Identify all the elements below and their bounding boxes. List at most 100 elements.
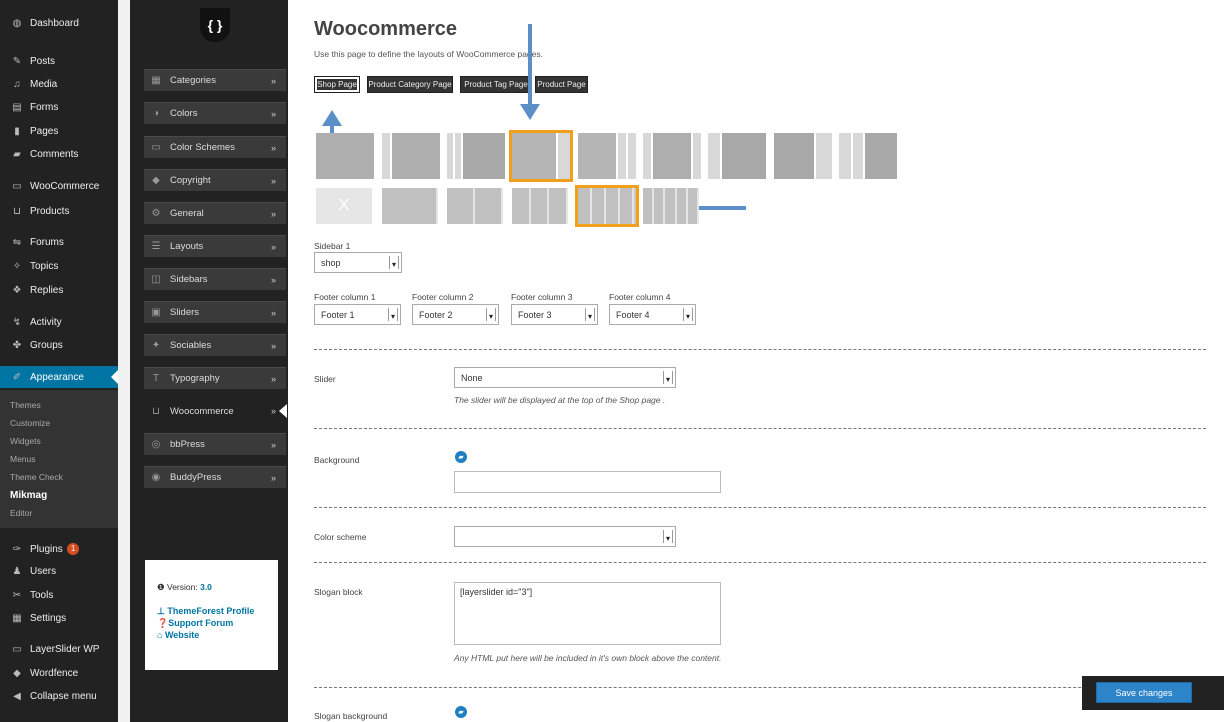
footer-column [592,188,606,224]
wp-menu-item-forums[interactable]: ⇋ Forums [0,231,118,253]
theme-panel-item-typography[interactable]: T Typography » [144,367,286,389]
slogan-block-textarea[interactable]: [layerslider id="3"] [454,582,721,645]
chevron-right-icon: » [270,175,276,186]
theme-panel-label: Copyright [170,175,211,186]
layout-column [392,133,440,179]
submenu-item-menus[interactable]: Menus [10,454,36,464]
wp-menu-item-dashboard[interactable]: ◍ Dashboard [0,12,118,34]
themeforest-profile-link[interactable]: ⊥ ThemeForest Profile [157,605,278,617]
footer-option[interactable] [643,188,699,224]
tab-product-tag-page[interactable]: Product Tag Page [460,76,532,93]
wp-menu-item-layerslider-wp[interactable]: ▭ LayerSlider WP [0,638,118,660]
layout-column [578,133,616,179]
footer-option[interactable] [575,185,639,227]
theme-panel-item-color-schemes[interactable]: ▭ Color Schemes » [144,136,286,158]
layout-option[interactable] [316,133,374,179]
website-link[interactable]: ⌂ Website [157,629,278,641]
wp-menu-label: Media [30,78,58,90]
wp-menu-label: Users [30,565,57,577]
wp-menu-item-settings[interactable]: ▦ Settings [0,607,118,629]
wp-menu-item-replies[interactable]: ❖ Replies [0,279,118,301]
background-input[interactable] [454,471,721,493]
footer-column-value: Footer 1 [321,309,355,320]
arrow-down-annotation [528,24,532,108]
footer-option[interactable] [382,188,438,224]
theme-panel-item-sidebars[interactable]: ◫ Sidebars » [144,268,286,290]
wp-menu-item-users[interactable]: ♟ Users [0,560,118,582]
chevron-right-icon: » [270,208,276,219]
layout-option[interactable] [447,133,505,179]
home-icon: ⌂ [157,630,165,640]
layout-option[interactable] [643,133,701,179]
copyright-icon: ◆ [152,175,160,186]
footer-column-2-select[interactable]: Footer 2 ▾ [412,304,499,325]
wp-menu-item-activity[interactable]: ↯ Activity [0,311,118,333]
arrow-down-head [520,104,540,120]
wp-menu-item-plugins[interactable]: ✑ Plugins 1 [0,538,118,560]
wp-menu-item-topics[interactable]: ✧ Topics [0,255,118,277]
update-count-badge: 1 [66,543,80,555]
layout-option[interactable] [839,133,897,179]
layout-option[interactable] [708,133,766,179]
support-forum-link[interactable]: ❓Support Forum [157,617,278,629]
submenu-item-mikmag[interactable]: Mikmag [10,490,47,501]
wp-menu-item-comments[interactable]: ▰ Comments [0,143,118,165]
color-scheme-select[interactable]: ▾ [454,526,676,547]
wp-menu-item-forms[interactable]: ▤ Forms [0,96,118,118]
upload-icon[interactable]: ▰ [455,451,467,463]
submenu-item-theme-check[interactable]: Theme Check [10,472,63,482]
tab-product-page[interactable]: Product Page [535,76,588,93]
wp-menu-item-posts[interactable]: ✎ Posts [0,50,118,72]
wp-menu-item-wordfence[interactable]: ◆ Wordfence [0,662,118,684]
submenu-item-customize[interactable]: Customize [10,418,50,428]
chevron-right-icon: » [270,472,276,483]
footer-option[interactable] [512,188,568,224]
none-x-icon: X [338,197,350,214]
theme-panel-item-copyright[interactable]: ◆ Copyright » [144,169,286,191]
wp-menu-item-products[interactable]: ⊔ Products [0,200,118,222]
submenu-item-editor[interactable]: Editor [10,508,32,518]
theme-panel-item-general[interactable]: ⚙ General » [144,202,286,224]
slider-select[interactable]: None ▾ [454,367,676,388]
wp-menu-item-pages[interactable]: ▮ Pages [0,120,118,142]
wp-menu-label: Groups [30,339,63,351]
theme-panel-item-woocommerce[interactable]: ⊔ Woocommerce » [144,400,287,422]
save-changes-button[interactable]: Save changes [1096,682,1192,703]
dropdown-arrow-icon: ▾ [389,256,399,269]
footer-column-4-select[interactable]: Footer 4 ▾ [609,304,696,325]
wp-menu-item-groups[interactable]: ✤ Groups [0,334,118,356]
theme-panel-item-buddypress[interactable]: ◉ BuddyPress » [144,466,286,488]
wp-menu-item-collapse-menu[interactable]: ◀ Collapse menu [0,685,118,707]
footer-option[interactable] [447,188,503,224]
dashboard-icon: ◍ [12,17,22,29]
footer-option-none[interactable]: X [316,188,372,224]
theme-panel-item-sliders[interactable]: ▣ Sliders » [144,301,286,323]
layout-option[interactable] [578,133,636,179]
sidebar-1-select[interactable]: shop ▾ [314,252,402,273]
divider [314,428,1206,429]
wp-menu-item-woocommerce[interactable]: ▭ WooCommerce [0,175,118,197]
upload-icon[interactable]: ▰ [455,706,467,718]
layout-option[interactable] [774,133,832,179]
theme-panel-item-bbpress[interactable]: ◎ bbPress » [144,433,286,455]
wp-menu-item-appearance[interactable]: ✐ Appearance [0,366,118,388]
divider [314,687,1206,688]
footer-column-3-select[interactable]: Footer 3 ▾ [511,304,598,325]
theme-panel-item-colors[interactable]: ◑ Colors » [144,102,286,124]
theme-panel-item-layouts[interactable]: ☰ Layouts » [144,235,286,257]
footer-column-1-select[interactable]: Footer 1 ▾ [314,304,401,325]
wordfence-icon: ◆ [13,667,21,679]
support-forum-label: Support Forum [168,618,234,628]
submenu-item-widgets[interactable]: Widgets [10,436,41,446]
wp-menu-item-tools[interactable]: ✂ Tools [0,584,118,606]
layout-option[interactable] [509,130,573,182]
tab-product-category-page[interactable]: Product Category Page [367,76,453,93]
arrow-up-head [322,110,342,126]
wp-menu-item-media[interactable]: ♫ Media [0,73,118,95]
theme-panel-item-sociables[interactable]: ✦ Sociables » [144,334,286,356]
tab-shop-page[interactable]: Shop Page [314,76,360,93]
theme-panel-item-categories[interactable]: ▦ Categories » [144,69,286,91]
theme-panel-label: bbPress [170,439,205,450]
submenu-item-themes[interactable]: Themes [10,400,41,410]
layout-option[interactable] [382,133,440,179]
